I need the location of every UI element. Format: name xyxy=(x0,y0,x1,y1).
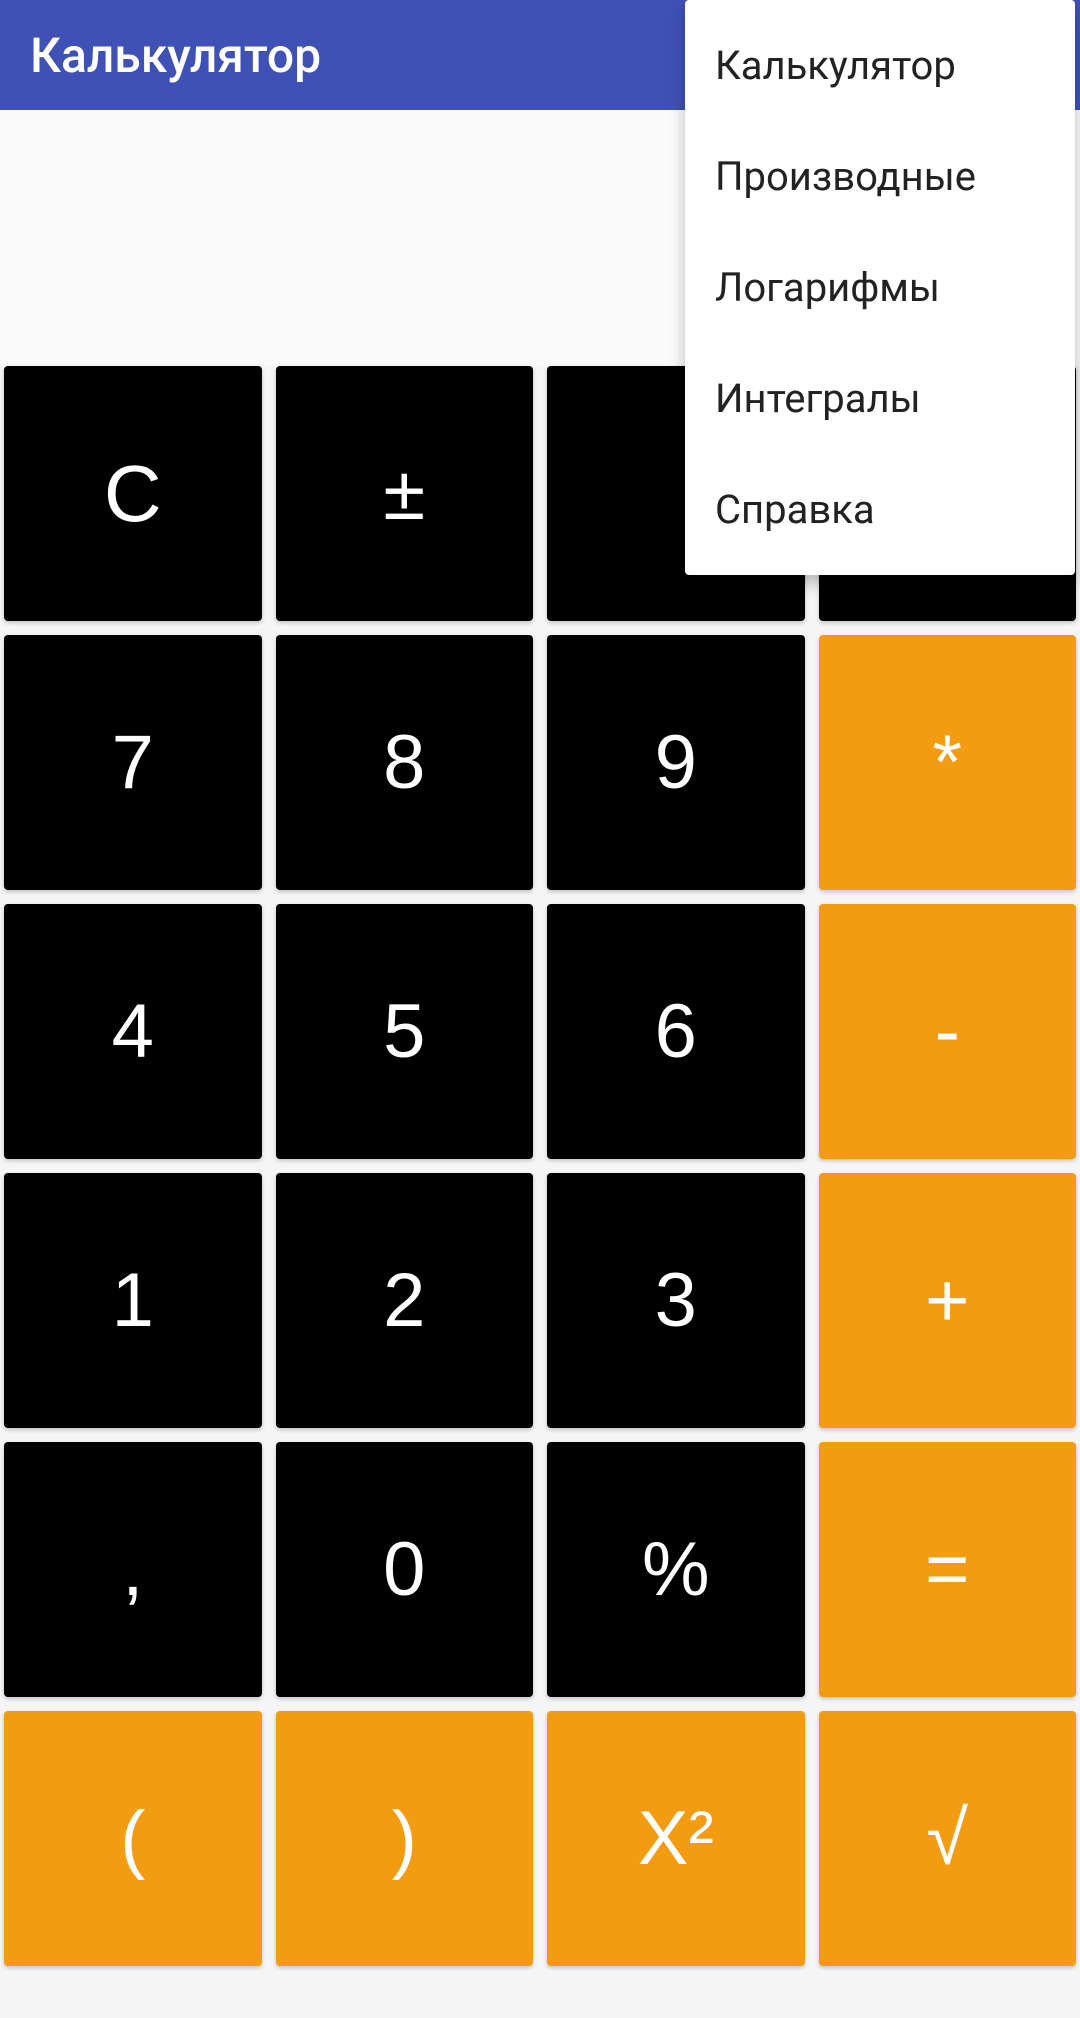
clear-button[interactable]: C xyxy=(4,366,262,621)
digit-9-button[interactable]: 9 xyxy=(547,635,805,890)
digit-0-button[interactable]: 0 xyxy=(276,1442,534,1697)
overflow-menu: Калькулятор Производные Логарифмы Интегр… xyxy=(685,0,1075,575)
add-button[interactable]: + xyxy=(819,1173,1077,1428)
digit-6-button[interactable]: 6 xyxy=(547,904,805,1159)
digit-4-button[interactable]: 4 xyxy=(4,904,262,1159)
right-paren-button[interactable]: ) xyxy=(276,1711,534,1966)
calculator-keypad: C ± 7 8 9 * 4 5 6 - 1 2 3 + , 0 % = ( ) … xyxy=(0,366,1080,1966)
subtract-button[interactable]: - xyxy=(819,904,1077,1159)
digit-3-button[interactable]: 3 xyxy=(547,1173,805,1428)
digit-1-button[interactable]: 1 xyxy=(4,1173,262,1428)
digit-5-button[interactable]: 5 xyxy=(276,904,534,1159)
menu-item-logarithms[interactable]: Логарифмы xyxy=(685,232,1075,343)
menu-item-calculator[interactable]: Калькулятор xyxy=(685,10,1075,121)
multiply-button[interactable]: * xyxy=(819,635,1077,890)
digit-7-button[interactable]: 7 xyxy=(4,635,262,890)
percent-button[interactable]: % xyxy=(547,1442,805,1697)
square-button[interactable]: X² xyxy=(547,1711,805,1966)
menu-item-help[interactable]: Справка xyxy=(685,454,1075,565)
digit-2-button[interactable]: 2 xyxy=(276,1173,534,1428)
app-title: Калькулятор xyxy=(30,27,321,84)
digit-8-button[interactable]: 8 xyxy=(276,635,534,890)
decimal-button[interactable]: , xyxy=(4,1442,262,1697)
plusminus-button[interactable]: ± xyxy=(276,366,534,621)
menu-item-derivatives[interactable]: Производные xyxy=(685,121,1075,232)
menu-item-integrals[interactable]: Интегралы xyxy=(685,343,1075,454)
equals-button[interactable]: = xyxy=(819,1442,1077,1697)
left-paren-button[interactable]: ( xyxy=(4,1711,262,1966)
sqrt-button[interactable]: √ xyxy=(819,1711,1077,1966)
